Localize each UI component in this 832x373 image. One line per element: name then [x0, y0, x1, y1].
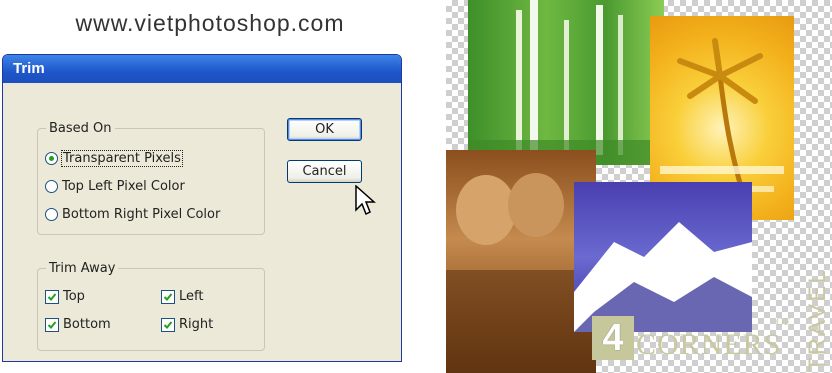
checkbox-label: Bottom — [63, 317, 111, 332]
radio-label: Top Left Pixel Color — [62, 179, 185, 194]
logo-of-text: OF — [776, 316, 791, 328]
check-icon[interactable] — [161, 317, 175, 332]
site-url: www.vietphotoshop.com — [75, 10, 345, 36]
checkbox-bottom[interactable]: Bottom — [45, 317, 111, 332]
trim-away-group: Trim Away — [37, 261, 265, 351]
logo-travel-text: TRAVEL — [804, 268, 831, 372]
radio-label: Transparent Pixels — [61, 150, 183, 167]
radio-button[interactable] — [45, 180, 58, 193]
checkbox-right[interactable]: Right — [161, 317, 213, 332]
mountain-image — [574, 222, 752, 332]
radio-button[interactable] — [45, 208, 58, 221]
check-icon[interactable] — [45, 289, 59, 304]
checkbox-label: Right — [179, 317, 214, 332]
radio-top-left-pixel-color[interactable]: Top Left Pixel Color — [45, 179, 185, 194]
trim-dialog: Trim Based On Transparent Pixels Top Lef… — [2, 54, 402, 362]
radio-label: Bottom Right Pixel Color — [62, 207, 221, 222]
logo-corners-text: CORNERS — [636, 328, 782, 361]
checkbox-top[interactable]: Top — [45, 289, 85, 304]
trim-away-legend: Trim Away — [49, 261, 116, 276]
mouse-cursor-icon — [355, 185, 376, 216]
cancel-button[interactable]: Cancel — [287, 160, 362, 183]
dialog-title: Trim — [3, 55, 401, 83]
photo-collage: 4 CORNERS OF TRAVEL — [446, 0, 832, 373]
forest-photo — [468, 0, 664, 165]
radio-transparent-pixels[interactable]: Transparent Pixels — [45, 150, 183, 167]
based-on-legend: Based On — [49, 121, 112, 136]
radio-button[interactable] — [45, 152, 58, 165]
snowy-mountain-photo — [574, 182, 752, 332]
checkbox-label: Top — [63, 289, 85, 304]
logo-number: 4 — [602, 317, 624, 359]
checkbox-left[interactable]: Left — [161, 289, 203, 304]
ok-button[interactable]: OK — [287, 118, 362, 141]
checkbox-label: Left — [179, 289, 204, 304]
logo-number-box: 4 — [592, 316, 634, 360]
check-icon[interactable] — [45, 317, 59, 332]
check-icon[interactable] — [161, 289, 175, 304]
birch-trees-image — [468, 0, 664, 165]
radio-bottom-right-pixel-color[interactable]: Bottom Right Pixel Color — [45, 207, 220, 222]
